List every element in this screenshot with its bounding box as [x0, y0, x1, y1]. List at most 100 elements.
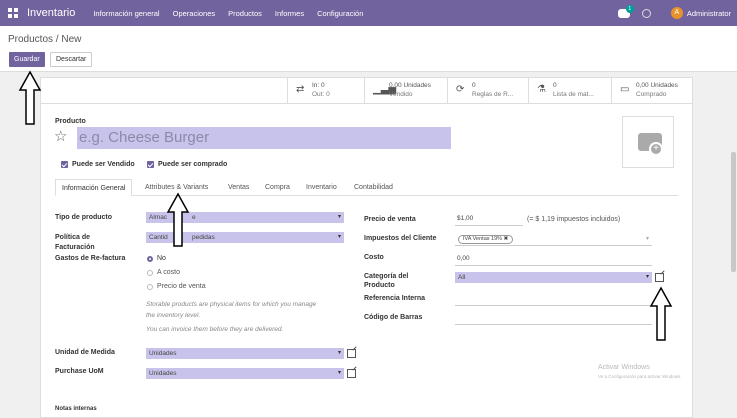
stat-sold-value: 0,00 Unidades	[389, 82, 431, 89]
sale-price-label: Precio de venta	[364, 216, 416, 223]
sale-price-input[interactable]: $1,00	[455, 213, 523, 226]
chevron-down-icon: ▾	[337, 214, 341, 220]
menu-productos[interactable]: Productos	[228, 9, 262, 18]
can-be-purchased-label: Puede ser comprado	[158, 161, 228, 168]
chevron-down-icon: ▾	[337, 370, 341, 376]
product-type-help-2: the inventory level.	[146, 312, 201, 319]
menu-informacion-general[interactable]: Información general	[93, 9, 159, 18]
stat-sold-button[interactable]: ▁▃▅ 0,00 Unidades Vendido	[364, 78, 447, 104]
stat-purchased-button[interactable]: ▭ 0,00 Unidades Comprado	[611, 78, 692, 104]
uom-label: Unidad de Medida	[55, 349, 115, 356]
cost-input[interactable]: 0,00	[455, 253, 652, 266]
stat-rules-value: 0	[472, 82, 476, 89]
stat-rules-label: Reglas de R...	[472, 91, 514, 98]
save-button[interactable]: Guardar	[9, 52, 45, 67]
reinvoice-radio-sale-price[interactable]	[147, 284, 153, 290]
purchase-uom-select[interactable]: Unidades ▾	[146, 368, 344, 379]
stat-out: Out: 0	[312, 91, 330, 98]
invoice-policy-value: Cantid	[149, 234, 168, 241]
form-tabs: Información General Attributes & Variant…	[55, 179, 678, 196]
menu-informes[interactable]: Informes	[275, 9, 304, 18]
tab-ventas[interactable]: Ventas	[228, 179, 249, 196]
purchase-uom-value: Unidades	[149, 370, 177, 377]
customer-taxes-label: Impuestos del Cliente	[364, 235, 437, 242]
internal-reference-label: Referencia Interna	[364, 295, 426, 302]
product-category-value: All	[458, 274, 466, 281]
reinvoice-option-sale-price: Precio de venta	[157, 283, 206, 290]
menu-configuracion[interactable]: Configuración	[317, 9, 363, 18]
discard-button[interactable]: Descartar	[50, 52, 93, 67]
annotation-up-arrow	[18, 70, 42, 125]
chevron-down-icon: ▾	[645, 236, 649, 242]
navbar-systray: 1 A Administrator	[617, 0, 737, 26]
product-name-label: Producto	[55, 118, 86, 125]
activity-clock-icon[interactable]	[641, 8, 651, 18]
stat-sold-label: Vendido	[389, 91, 413, 98]
tax-tag[interactable]: IVA Ventas 19% ✖	[458, 235, 514, 244]
stat-reorder-rules-button[interactable]: ⟳ 0 Reglas de R...	[447, 78, 528, 104]
product-type-value: Almac	[149, 214, 168, 221]
tab-contabilidad[interactable]: Contabilidad	[354, 179, 393, 196]
chevron-down-icon: ▾	[645, 274, 649, 280]
credit-card-icon: ▭	[620, 84, 630, 95]
internal-notes-label: Notas internas	[55, 406, 97, 412]
transfer-arrows-icon: ⇄	[296, 84, 305, 95]
can-be-purchased-checkbox[interactable]	[147, 161, 154, 168]
breadcrumb: Productos / New	[8, 34, 82, 45]
invoice-policy-help: You can invoice them before they are del…	[146, 326, 284, 333]
avatar[interactable]: A	[670, 7, 683, 19]
favorite-star-icon[interactable]: ☆	[54, 127, 67, 145]
stat-bom-button[interactable]: ⚗ 0 Lista de mat...	[528, 78, 611, 104]
reinvoice-radio-cost[interactable]	[147, 270, 153, 276]
barcode-input[interactable]	[455, 312, 652, 325]
windows-activation-watermark-detail: Ve a Configuración para activar Windows.	[598, 374, 682, 379]
product-type-label: Tipo de producto	[55, 214, 113, 221]
stat-in-out-button[interactable]: ⇄ In: 0 Out: 0	[287, 78, 364, 104]
reinvoice-radio-no[interactable]	[147, 256, 153, 262]
page-scrollbar[interactable]	[729, 72, 737, 418]
app-brand[interactable]: Inventario	[27, 7, 75, 19]
product-image-upload[interactable]: +	[622, 116, 674, 168]
product-type-value-end: e	[192, 214, 196, 221]
reinvoice-option-cost: A costo	[157, 269, 180, 276]
chevron-down-icon: ▾	[337, 350, 341, 356]
invoice-policy-value-end: pedidas	[192, 234, 215, 241]
annotation-up-arrow	[649, 286, 673, 341]
flask-icon: ⚗	[537, 84, 546, 95]
invoice-policy-label: Política de Facturación	[55, 234, 95, 251]
tab-compra[interactable]: Compra	[265, 179, 290, 196]
stat-bom-label: Lista de mat...	[553, 91, 594, 98]
barcode-label: Código de Barras	[364, 314, 423, 321]
stat-bom-value: 0	[553, 82, 557, 89]
reinvoice-label: Gastos de Re-factura	[55, 255, 126, 262]
uom-select[interactable]: Unidades ▾	[146, 348, 344, 359]
product-name-input[interactable]: e.g. Cheese Burger	[77, 127, 451, 149]
external-link-icon[interactable]	[347, 349, 356, 358]
menu-operaciones[interactable]: Operaciones	[173, 9, 216, 18]
chat-icon[interactable]: 1	[617, 4, 634, 18]
tab-inventario[interactable]: Inventario	[306, 179, 337, 196]
add-image-plus-icon: +	[649, 142, 663, 156]
tab-informacion-general[interactable]: Información General	[55, 179, 133, 196]
product-category-label: Categoría del Producto	[364, 273, 409, 289]
can-be-sold-checkbox[interactable]	[61, 161, 68, 168]
chat-badge: 1	[625, 4, 634, 13]
product-type-help-1: Storable products are physical items for…	[146, 301, 317, 308]
control-panel: Productos / New Guardar Descartar	[0, 26, 737, 72]
external-link-icon[interactable]	[655, 273, 664, 282]
product-category-select[interactable]: All ▾	[455, 272, 652, 283]
reinvoice-option-no: No	[157, 255, 166, 262]
apps-menu-icon[interactable]	[8, 8, 18, 18]
smart-buttons-bar: ⇄ In: 0 Out: 0 ▁▃▅ 0,00 Unidades Vendido…	[41, 78, 692, 104]
stat-in: In: 0	[312, 82, 325, 89]
can-be-sold-label: Puede ser Vendido	[72, 161, 135, 168]
annotation-up-arrow	[166, 192, 190, 247]
stat-purchased-value: 0,00 Unidades	[636, 82, 678, 89]
scrollbar-thumb[interactable]	[731, 152, 736, 272]
external-link-icon[interactable]	[347, 369, 356, 378]
cost-label: Costo	[364, 254, 384, 261]
stat-purchased-label: Comprado	[636, 91, 667, 98]
user-name[interactable]: Administrator	[687, 9, 731, 18]
internal-reference-input[interactable]	[455, 293, 652, 306]
price-tax-included-note: (= $ 1,19 impuestos incluidos)	[527, 216, 621, 223]
